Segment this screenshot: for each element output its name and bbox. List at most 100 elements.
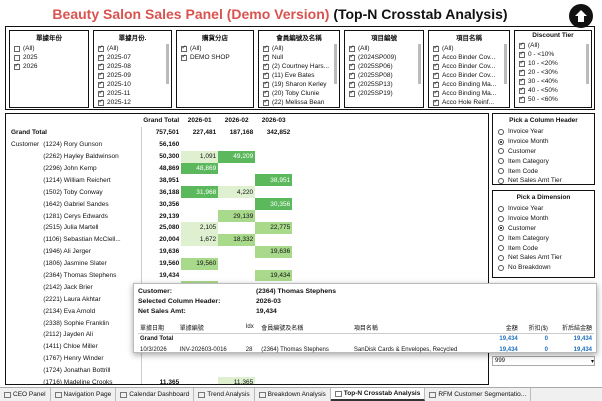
matrix-cell[interactable]: [255, 377, 292, 384]
matrix-cell[interactable]: [218, 163, 255, 175]
table-row[interactable]: (1281) Cerys Edwards 29,139 29,139: [9, 210, 292, 223]
matrix-cell[interactable]: [181, 139, 218, 151]
radio-option[interactable]: Item Category: [493, 233, 594, 243]
slicer-item[interactable]: (2024SP009): [345, 53, 423, 62]
matrix-cell[interactable]: [255, 258, 292, 270]
slicer-item[interactable]: (All): [345, 44, 423, 53]
radio-option[interactable]: Invoice Month: [493, 214, 594, 224]
table-row[interactable]: (2515) Julia Martell 25,080 2,105 22,775: [9, 222, 293, 234]
checkbox-icon[interactable]: [519, 41, 525, 49]
matrix-cell[interactable]: 22,775: [255, 222, 293, 234]
checkbox-icon[interactable]: [349, 44, 355, 52]
slicer-scrollbar[interactable]: [418, 44, 421, 84]
matrix-cell[interactable]: [218, 365, 255, 377]
slicer-item[interactable]: (All): [259, 44, 339, 53]
checkbox-icon[interactable]: [98, 53, 104, 61]
checkbox-icon[interactable]: [263, 80, 269, 88]
slicer-item[interactable]: 10 - <20%: [515, 59, 591, 68]
checkbox-icon[interactable]: [14, 62, 20, 70]
slicer-item[interactable]: Acco Hole Reinf...: [429, 98, 509, 107]
matrix-cell[interactable]: 19,636: [255, 245, 293, 258]
matrix-cell[interactable]: [181, 365, 218, 377]
slicer-scrollbar[interactable]: [586, 44, 589, 84]
slicer-item[interactable]: Acco Binder Cov...: [429, 53, 509, 62]
matrix-cell[interactable]: 1,672: [181, 233, 219, 246]
sheet-tab[interactable]: Calendar Dashboard: [116, 388, 195, 401]
home-button[interactable]: [569, 4, 593, 28]
checkbox-icon[interactable]: [349, 53, 355, 61]
radio-icon[interactable]: [498, 245, 504, 252]
matrix-cell[interactable]: 2,105: [181, 222, 219, 234]
radio-option[interactable]: Item Code: [493, 166, 594, 176]
slicer-item[interactable]: (All): [429, 44, 509, 53]
radio-option[interactable]: Net Sales Amt Tier: [493, 253, 594, 263]
table-row[interactable]: Customer (1224) Rory Gunson 56,160: [9, 138, 292, 151]
sheet-tab[interactable]: Trend Analysis: [194, 388, 255, 401]
slicer-item[interactable]: 2025-09: [94, 71, 171, 80]
radio-icon[interactable]: [498, 254, 504, 261]
slicer-item[interactable]: Null: [259, 53, 339, 62]
checkbox-icon[interactable]: [98, 62, 104, 70]
slicer-item[interactable]: (20) Toby Clunie: [259, 89, 339, 98]
slicer-item[interactable]: (11) Eve Bates: [259, 71, 339, 80]
matrix-cell[interactable]: 38,951: [255, 174, 293, 187]
checkbox-icon[interactable]: [519, 68, 525, 76]
matrix-cell[interactable]: [255, 210, 292, 222]
checkbox-icon[interactable]: [433, 80, 439, 88]
slicer-item[interactable]: Acco Binder Cov...: [429, 71, 509, 80]
slicer-item[interactable]: 0 - <10%: [515, 50, 591, 59]
slicer-scrollbar[interactable]: [166, 44, 169, 84]
radio-icon[interactable]: [498, 148, 504, 155]
checkbox-icon[interactable]: [349, 71, 355, 79]
radio-icon[interactable]: [498, 205, 504, 212]
table-row[interactable]: (2364) Thomas Stephens 19,434 19,434: [9, 269, 293, 282]
matrix-cell[interactable]: [181, 198, 218, 210]
table-row[interactable]: (2262) Hayley Baldwinson 50,300 1,091 49,20…: [9, 150, 292, 163]
slicer-item[interactable]: 2025-07: [94, 53, 171, 62]
checkbox-icon[interactable]: [263, 62, 269, 70]
checkbox-icon[interactable]: [519, 77, 525, 85]
radio-option[interactable]: Net Sales Amt Tier: [493, 176, 594, 186]
matrix-cell[interactable]: 11,365: [218, 376, 256, 384]
slicer-item[interactable]: (All): [515, 41, 591, 50]
slicer-item[interactable]: (2025SP13): [345, 80, 423, 89]
matrix-cell[interactable]: [218, 270, 255, 282]
slicer-item[interactable]: 2025-11: [94, 89, 171, 98]
sheet-tab[interactable]: RFM Customer Segmentatio...: [425, 388, 532, 401]
slicer-item[interactable]: 30 - <40%: [515, 77, 591, 86]
radio-option[interactable]: No Breakdown: [493, 263, 594, 273]
column-header[interactable]: 2026-02: [218, 115, 255, 127]
slicer-item[interactable]: (All): [10, 44, 88, 53]
matrix-cell[interactable]: 4,220: [218, 186, 256, 199]
checkbox-icon[interactable]: [181, 53, 187, 61]
table-row[interactable]: (1106) Sebastian McClell... 20,004 1,672 18…: [9, 233, 292, 246]
slicer-item[interactable]: (All): [177, 44, 253, 53]
table-row[interactable]: (1716) Madeline Crooks 11,365 11,365: [9, 376, 292, 384]
matrix-cell[interactable]: [255, 186, 292, 198]
column-header[interactable]: Grand Total: [141, 115, 181, 127]
matrix-cell[interactable]: [181, 210, 218, 222]
sheet-tab[interactable]: Top-N Crosstab Analysis: [330, 388, 426, 401]
matrix-cell[interactable]: [181, 270, 218, 282]
matrix-cell[interactable]: 1,091: [181, 150, 219, 163]
matrix-cell[interactable]: 30,356: [255, 198, 293, 211]
slicer-item[interactable]: Acco Binder Cov...: [429, 62, 509, 71]
radio-option[interactable]: Invoice Month: [493, 137, 594, 147]
slicer-item[interactable]: (2025SP06): [345, 62, 423, 71]
slicer-item[interactable]: 2025-12: [94, 98, 171, 107]
table-row[interactable]: (1806) Jasmine Slater 19,560 19,560: [9, 257, 292, 270]
checkbox-icon[interactable]: [263, 53, 269, 61]
matrix-cell[interactable]: 49,209: [218, 150, 256, 163]
table-row[interactable]: (1946) Ali Jerger 19,636 19,636: [9, 245, 293, 258]
slicer-item[interactable]: 2025-08: [94, 62, 171, 71]
matrix-cell[interactable]: [218, 139, 255, 151]
slicer-item[interactable]: 2026: [10, 62, 88, 71]
slicer-item[interactable]: DEMO SHOP: [177, 53, 253, 62]
slicer-scrollbar[interactable]: [504, 44, 507, 84]
radio-option[interactable]: Item Category: [493, 156, 594, 166]
slicer-item[interactable]: (2025SP08): [345, 71, 423, 80]
radio-option[interactable]: Invoice Year: [493, 127, 594, 137]
matrix-cell[interactable]: [218, 174, 255, 186]
matrix-cell[interactable]: [181, 246, 218, 258]
radio-option[interactable]: Invoice Year: [493, 204, 594, 214]
